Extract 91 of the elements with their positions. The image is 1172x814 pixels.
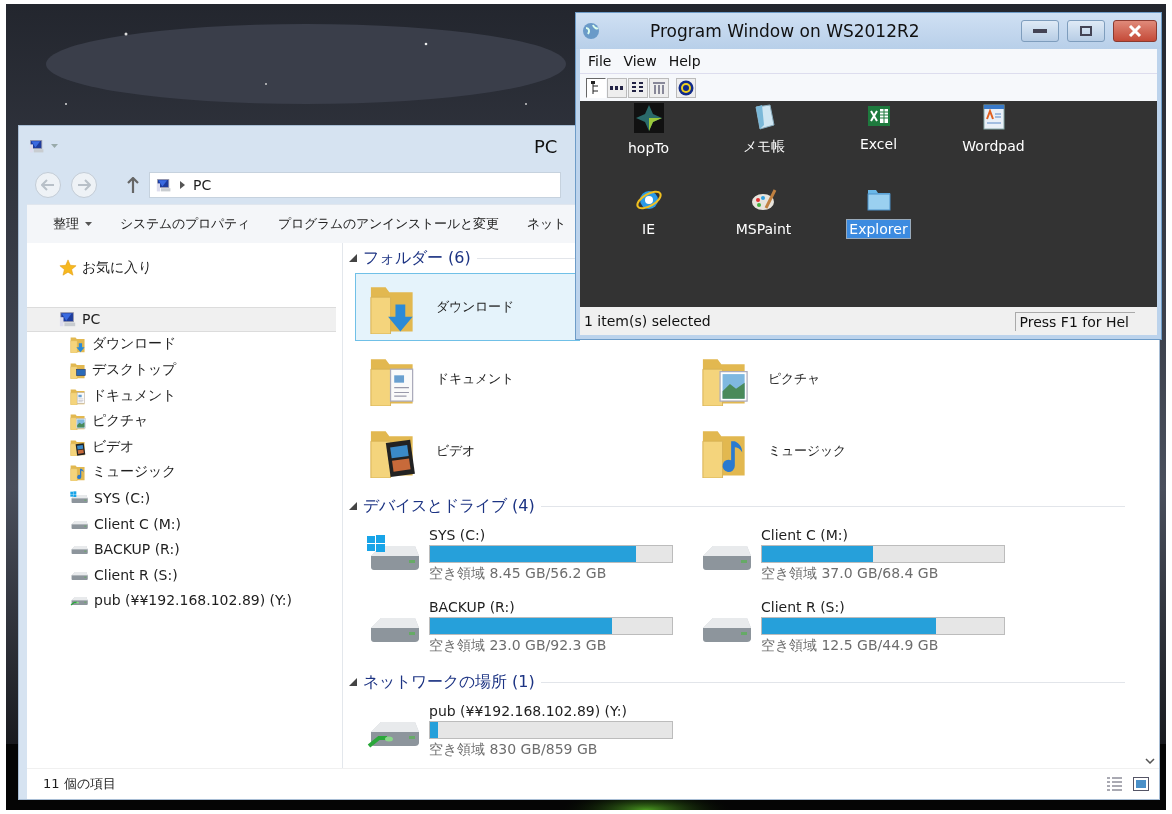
toolbar-button[interactable]: プログラムのアンインストールと変更 xyxy=(278,211,499,237)
folder-picture-icon xyxy=(69,412,87,431)
nav-item[interactable]: PC xyxy=(27,306,336,332)
close-icon xyxy=(1128,25,1142,37)
drive-name[interactable]: Client R (S:) xyxy=(761,599,1005,615)
group-header[interactable]: ネットワークの場所 (1) xyxy=(363,671,535,693)
columns-icon xyxy=(652,80,666,95)
document-icon[interactable] xyxy=(980,103,1007,131)
group-header[interactable]: フォルダー (6) xyxy=(363,247,471,269)
forward-arrow-icon xyxy=(77,179,91,191)
small-icons-icon xyxy=(609,83,625,92)
nav-item[interactable]: デスクトップ xyxy=(27,357,342,383)
drive-name[interactable]: BACKUP (R:) xyxy=(429,599,673,615)
help-hint: Press F1 for Hel xyxy=(1014,311,1135,331)
nav-item[interactable]: Client R (S:) xyxy=(27,561,342,588)
free-space-text: 空き領域 23.0 GB/92.3 GB xyxy=(429,637,608,655)
app-label[interactable]: hopTo xyxy=(624,138,673,158)
collapse-triangle-icon[interactable] xyxy=(349,254,357,262)
up-arrow-icon[interactable] xyxy=(127,177,139,193)
folder-screen-icon xyxy=(69,361,87,379)
toolbar-button[interactable]: システムのプロパティ xyxy=(120,211,250,237)
collapse-triangle-icon[interactable] xyxy=(349,502,357,510)
menu-item[interactable]: View xyxy=(623,53,657,69)
chevron-icon xyxy=(180,181,185,189)
scroll-down-icon[interactable] xyxy=(1145,758,1155,764)
app-label[interactable]: MSPaint xyxy=(732,219,795,239)
minimize-icon xyxy=(1033,29,1047,33)
app-label[interactable]: Explorer xyxy=(846,219,911,239)
spreadsheet-icon[interactable] xyxy=(865,103,892,129)
collapse-triangle-icon[interactable] xyxy=(349,678,357,686)
free-space-text: 空き領域 12.5 GB/44.9 GB xyxy=(761,637,940,655)
minimize-button[interactable] xyxy=(1021,20,1059,42)
list-icon xyxy=(631,80,645,95)
back-arrow-icon xyxy=(41,179,55,191)
group-header[interactable]: デバイスとドライブ (4) xyxy=(363,495,535,517)
maximize-icon xyxy=(1080,26,1092,36)
window-title: Program Window on WS2012R2 xyxy=(650,21,921,41)
nav-item[interactable]: Client C (M:) xyxy=(27,510,342,537)
help-button[interactable] xyxy=(676,77,696,98)
app-label[interactable]: Excel xyxy=(856,134,901,154)
nav-item[interactable]: pub (¥¥192.168.102.89) (Y:) xyxy=(27,587,342,614)
list-view-button[interactable] xyxy=(628,77,648,98)
drive-name[interactable]: Client C (M:) xyxy=(761,527,1005,543)
close-button[interactable] xyxy=(1113,20,1157,42)
nav-item[interactable]: ビデオ xyxy=(27,433,342,460)
toolbar-button[interactable]: 整理 xyxy=(53,211,92,237)
nav-item[interactable]: お気に入り xyxy=(27,255,342,281)
window-title: PC xyxy=(534,135,558,157)
small-icons-button[interactable] xyxy=(607,77,627,98)
maximize-button[interactable] xyxy=(1067,20,1105,42)
folder-tile[interactable]: ダウンロード xyxy=(355,273,580,341)
nav-item[interactable]: ドキュメント xyxy=(27,382,342,409)
drive-name[interactable]: SYS (C:) xyxy=(429,527,673,543)
help-icon xyxy=(678,79,694,96)
item-count: 11 個の項目 xyxy=(43,775,116,793)
four-point-star-icon[interactable] xyxy=(633,103,664,133)
toolbar-button[interactable]: ネット xyxy=(527,211,566,237)
tree-view-button[interactable] xyxy=(586,77,606,98)
app-label[interactable]: メモ帳 xyxy=(739,136,788,158)
folder-tile[interactable]: ビデオ xyxy=(355,417,580,485)
nav-item[interactable]: ミュージック xyxy=(27,459,342,486)
drive-name[interactable]: pub (¥¥192.168.102.89) (Y:) xyxy=(429,703,673,719)
nav-item[interactable]: SYS (C:) xyxy=(27,485,342,511)
globe-icon xyxy=(582,22,600,40)
address-field[interactable]: PC xyxy=(149,172,561,198)
folder-tile[interactable]: ピクチャ xyxy=(687,345,912,413)
nav-item[interactable]: BACKUP (R:) xyxy=(27,536,342,562)
caret-icon xyxy=(85,222,92,226)
menu-item[interactable]: Help xyxy=(668,53,701,69)
computer-icon xyxy=(59,310,77,329)
free-space-text: 空き領域 830 GB/859 GB xyxy=(429,741,599,759)
free-space-text: 空き領域 37.0 GB/68.4 GB xyxy=(761,565,940,583)
folder-note-icon xyxy=(69,463,87,482)
folder-document-icon xyxy=(69,386,87,405)
menu-item[interactable]: File xyxy=(588,53,612,69)
star-icon xyxy=(59,258,77,277)
tree-icon xyxy=(591,80,601,95)
nav-item[interactable]: ピクチャ xyxy=(27,408,342,434)
status-text: 1 item(s) selected xyxy=(584,313,711,329)
folder-film-icon xyxy=(69,437,87,456)
app-label[interactable]: Wordpad xyxy=(959,136,1028,156)
free-space-text: 空き領域 8.45 GB/56.2 GB xyxy=(429,565,608,583)
folder-tile[interactable]: ドキュメント xyxy=(355,345,580,413)
large-icons-view-icon[interactable] xyxy=(1133,777,1149,791)
folder-arrow-icon xyxy=(69,335,87,354)
folder-tile[interactable]: ミュージック xyxy=(687,417,912,485)
nav-item[interactable]: ダウンロード xyxy=(27,331,342,358)
app-label[interactable]: IE xyxy=(639,219,658,239)
computer-icon xyxy=(156,177,172,193)
windows-drive-icon xyxy=(69,490,89,505)
computer-icon xyxy=(29,138,45,154)
